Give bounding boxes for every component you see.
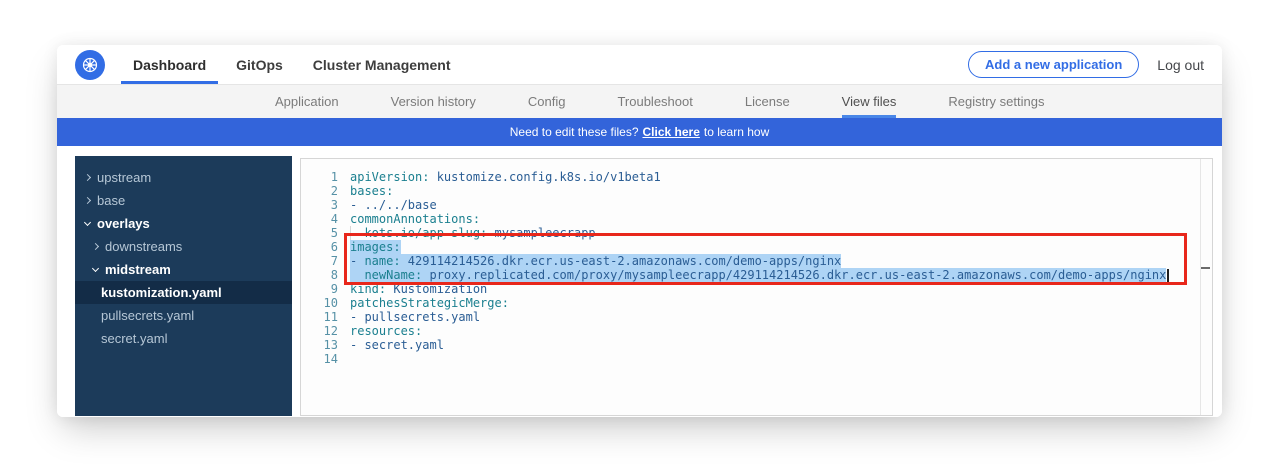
tree-item-label: downstreams [105,239,182,254]
tree-item-label: base [97,193,125,208]
banner-text-before: Need to edit these files? [510,125,639,139]
tree-folder-base[interactable]: base [75,189,292,212]
code-line-9[interactable]: 9 kind: Kustomization [301,282,1212,296]
line-number: 8 [301,268,338,282]
code-line-2[interactable]: 2 bases: [301,184,1212,198]
chevron-right-icon [84,174,91,181]
code-line-6[interactable]: 6 images: [301,240,1212,254]
code-line-13[interactable]: 13 - secret.yaml [301,338,1212,352]
top-nav: DashboardGitOpsCluster Management Add a … [57,45,1222,85]
add-application-button[interactable]: Add a new application [968,51,1139,78]
tree-item-label: overlays [97,216,150,231]
top-tab-cluster-management[interactable]: Cluster Management [301,45,463,84]
app-nav-tabs: Application Version history Config Troubles… [57,85,1222,118]
chevron-right-icon [92,243,99,250]
chevron-right-icon [84,197,91,204]
tree-item-label: upstream [97,170,151,185]
top-tab-gitops[interactable]: GitOps [224,45,295,84]
view-files-content: upstream base overlays downstreams midstream… [57,146,1222,417]
code-editor[interactable]: 1 apiVersion: kustomize.config.k8s.io/v1b… [300,158,1213,416]
code-line-8[interactable]: 8 newName: proxy.replicated.com/proxy/my… [301,268,1212,282]
chevron-down-icon [84,218,91,225]
app-tab-config[interactable]: Config [528,85,566,118]
app-tab-license[interactable]: License [745,85,790,118]
line-text: kots.io/app-slug: mysampleecrapp [350,226,596,240]
logout-link[interactable]: Log out [1157,57,1204,73]
code-line-14[interactable]: 14 [301,352,1212,366]
tree-file-pullsecrets-yaml[interactable]: pullsecrets.yaml [75,304,292,327]
top-nav-tabs: DashboardGitOpsCluster Management [121,45,463,84]
code-line-4[interactable]: 4 commonAnnotations: [301,212,1212,226]
code-line-10[interactable]: 10 patchesStrategicMerge: [301,296,1212,310]
tree-folder-upstream[interactable]: upstream [75,166,292,189]
line-text: images: [350,240,401,254]
line-number: 7 [301,254,338,268]
line-number: 14 [301,352,338,366]
line-text: bases: [350,184,393,198]
line-text: - secret.yaml [350,338,444,352]
code-line-5[interactable]: 5 kots.io/app-slug: mysampleecrapp [301,226,1212,240]
tree-folder-overlays[interactable]: overlays [75,212,292,235]
line-number: 12 [301,324,338,338]
code-line-12[interactable]: 12 resources: [301,324,1212,338]
banner-text-after: to learn how [704,125,769,139]
tree-file-secret-yaml[interactable]: secret.yaml [75,327,292,350]
line-text: commonAnnotations: [350,212,480,226]
code-lines: 1 apiVersion: kustomize.config.k8s.io/v1b… [301,170,1212,366]
tree-item-label: kustomization.yaml [101,285,222,300]
app-tab-version-history[interactable]: Version history [391,85,476,118]
kubernetes-logo-icon [75,50,105,80]
tree-item-label: pullsecrets.yaml [101,308,194,323]
code-line-3[interactable]: 3 - ../../base [301,198,1212,212]
app-tab-registry-settings[interactable]: Registry settings [948,85,1044,118]
top-tab-dashboard[interactable]: Dashboard [121,45,218,84]
line-number: 9 [301,282,338,296]
overview-ruler [1200,159,1201,415]
code-line-11[interactable]: 11 - pullsecrets.yaml [301,310,1212,324]
admin-console-window: DashboardGitOpsCluster Management Add a … [57,45,1222,417]
tree-folder-downstreams[interactable]: downstreams [75,235,292,258]
app-tab-view-files[interactable]: View files [842,85,897,118]
tree-folder-midstream[interactable]: midstream [75,258,292,281]
file-tree: upstream base overlays downstreams midstream… [75,156,292,416]
line-text: - ../../base [350,198,437,212]
line-text: apiVersion: kustomize.config.k8s.io/v1be… [350,170,661,184]
line-number: 2 [301,184,338,198]
line-number: 10 [301,296,338,310]
line-text: patchesStrategicMerge: [350,296,509,310]
edit-files-banner: Need to edit these files? Click here to … [57,118,1222,146]
line-number: 6 [301,240,338,254]
line-text: - pullsecrets.yaml [350,310,480,324]
top-nav-spacer [463,45,969,84]
tree-file-kustomization-yaml[interactable]: kustomization.yaml [75,281,292,304]
screenshot-frame: DashboardGitOpsCluster Management Add a … [0,0,1286,476]
line-number: 1 [301,170,338,184]
chevron-down-icon [92,264,99,271]
line-number: 13 [301,338,338,352]
line-number: 5 [301,226,338,240]
code-line-7[interactable]: 7 - name: 429114214526.dkr.ecr.us-east-2.… [301,254,1212,268]
code-line-1[interactable]: 1 apiVersion: kustomize.config.k8s.io/v1b… [301,170,1212,184]
app-tab-troubleshoot[interactable]: Troubleshoot [617,85,692,118]
click-here-link[interactable]: Click here [643,125,700,139]
line-number: 3 [301,198,338,212]
line-text: - name: 429114214526.dkr.ecr.us-east-2.a… [350,254,841,268]
line-number: 4 [301,212,338,226]
line-text: resources: [350,324,422,338]
text-cursor [1167,269,1169,282]
line-text: newName: proxy.replicated.com/proxy/mysa… [350,268,1166,282]
tree-item-label: midstream [105,262,171,277]
overview-ruler-cursor-mark [1201,267,1210,269]
line-text: kind: Kustomization [350,282,487,296]
indent-guide [350,226,351,240]
line-number: 11 [301,310,338,324]
app-tab-application[interactable]: Application [275,85,339,118]
tree-item-label: secret.yaml [101,331,167,346]
